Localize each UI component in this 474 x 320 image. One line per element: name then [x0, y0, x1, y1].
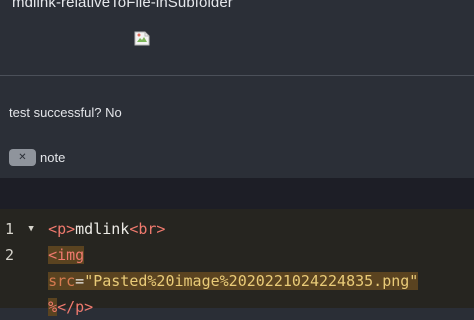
code-text: mdlink — [75, 220, 130, 238]
preview-pane: mdlink-relativeToFile-inSubfolder test s… — [0, 0, 474, 178]
line-number: 1 — [4, 220, 14, 238]
code-line-2-wrap[interactable]: src="Pasted%20image%2020221024224835.png… — [0, 268, 419, 294]
stray-char: % — [48, 298, 58, 316]
note-title: mdlink-relativeToFile-inSubfolder — [12, 0, 233, 11]
img-tag: <img — [48, 246, 85, 264]
fold-arrow-icon[interactable]: ▼ — [23, 216, 39, 242]
code-editor[interactable]: 1 ▼ <p>mdlink<br> 2 <img src="Pasted%20i… — [0, 178, 474, 316]
test-status-text: test successful? No — [9, 105, 122, 120]
p-close-tag: </p> — [57, 298, 94, 316]
src-value: "Pasted%20image%2020221024224835.png" — [84, 272, 419, 290]
tag-remove-button[interactable]: ✕ — [9, 149, 36, 166]
attr-equals: = — [75, 272, 85, 290]
br-tag: <br> — [129, 220, 166, 238]
broken-image-icon — [134, 31, 150, 46]
code-line-2[interactable]: 2 <img — [0, 242, 85, 268]
editor-header-band — [0, 178, 474, 209]
line-number: 2 — [4, 246, 14, 264]
code-line-2-wrap-2[interactable]: %</p> — [0, 294, 93, 320]
section-divider — [0, 75, 474, 76]
p-open-tag: <p> — [48, 220, 76, 238]
src-attribute: src — [48, 272, 76, 290]
code-line-1[interactable]: 1 ▼ <p>mdlink<br> — [0, 216, 166, 242]
tag-label: note — [40, 150, 66, 165]
